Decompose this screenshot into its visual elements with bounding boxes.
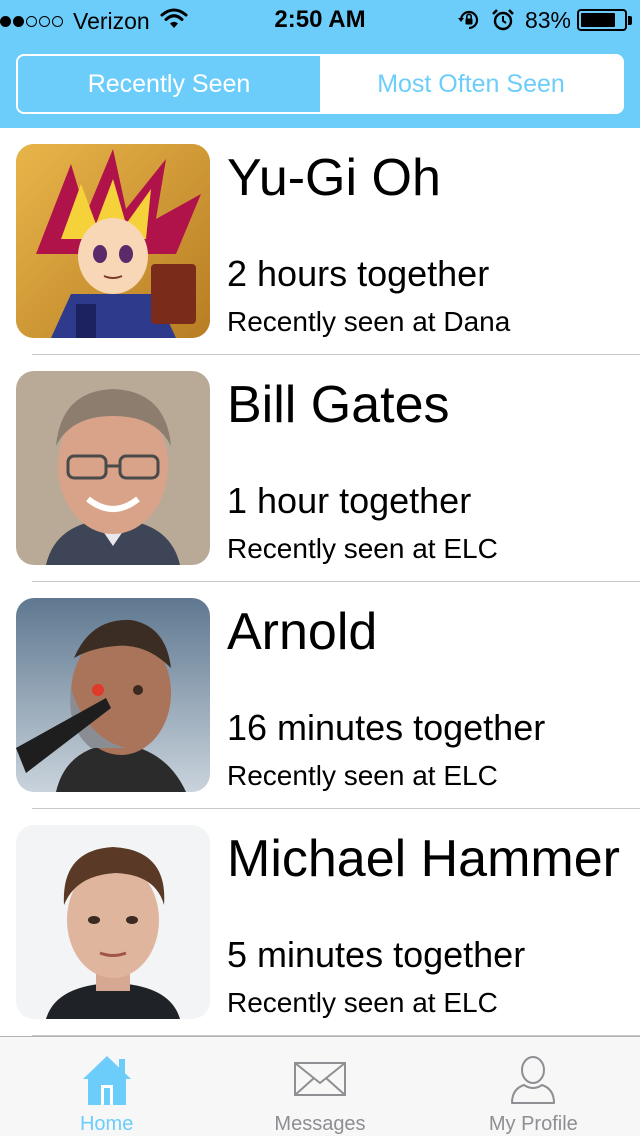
home-icon (82, 1056, 131, 1105)
segment-most-often-seen[interactable]: Most Often Seen (320, 56, 622, 112)
header: Verizon 2:50 AM 83% Recently Seen Most O… (0, 0, 640, 128)
person-icon (511, 1056, 556, 1104)
people-list: Yu-Gi Oh 2 hours together Recently seen … (0, 128, 640, 1036)
battery-cap (628, 15, 632, 25)
battery-level (581, 13, 616, 27)
last-seen-location: Recently seen at ELC (227, 760, 498, 791)
tab-bar: Home Messages My Profile (0, 1036, 640, 1136)
tab-home-label: Home (79, 1113, 134, 1135)
list-item[interactable]: Bill Gates 1 hour together Recently seen… (0, 355, 640, 582)
battery-percent: 83% (524, 6, 571, 33)
tab-messages-label: Messages (274, 1113, 366, 1135)
time-together: 16 minutes together (227, 707, 546, 748)
last-seen-location: Recently seen at ELC (227, 987, 498, 1018)
status-bar-right: 83% (457, 6, 632, 34)
yugioh-avatar (16, 144, 210, 338)
status-bar: Verizon 2:50 AM 83% (0, 0, 640, 40)
envelope-icon (293, 1062, 346, 1096)
list-item[interactable]: Arnold 16 minutes together Recently seen… (0, 582, 640, 809)
person-name: Michael Hammer (227, 830, 620, 888)
tab-my-profile[interactable]: My Profile (427, 1037, 640, 1136)
tab-messages[interactable]: Messages (213, 1037, 426, 1136)
alarm-icon (491, 8, 515, 32)
segmented-control: Recently Seen Most Often Seen (16, 54, 624, 114)
last-seen-location: Recently seen at Dana (227, 306, 511, 337)
time-together: 2 hours together (227, 253, 490, 294)
person-name: Bill Gates (227, 376, 450, 434)
last-seen-location: Recently seen at ELC (227, 533, 498, 564)
list-item[interactable]: Michael Hammer 5 minutes together Recent… (0, 809, 640, 1036)
person-name: Yu-Gi Oh (227, 149, 441, 207)
michael-hammer-avatar (16, 825, 210, 1019)
time-together: 5 minutes together (227, 934, 526, 975)
tab-my-profile-label: My Profile (488, 1113, 578, 1135)
segment-recently-seen[interactable]: Recently Seen (18, 56, 320, 112)
rotation-lock-icon (457, 8, 481, 32)
bill-gates-avatar (16, 371, 210, 565)
arnold-avatar (16, 598, 210, 792)
list-item[interactable]: Yu-Gi Oh 2 hours together Recently seen … (0, 128, 640, 355)
tab-home[interactable]: Home (0, 1037, 213, 1136)
time-together: 1 hour together (227, 480, 472, 521)
person-name: Arnold (227, 603, 378, 661)
battery-icon (577, 9, 627, 31)
